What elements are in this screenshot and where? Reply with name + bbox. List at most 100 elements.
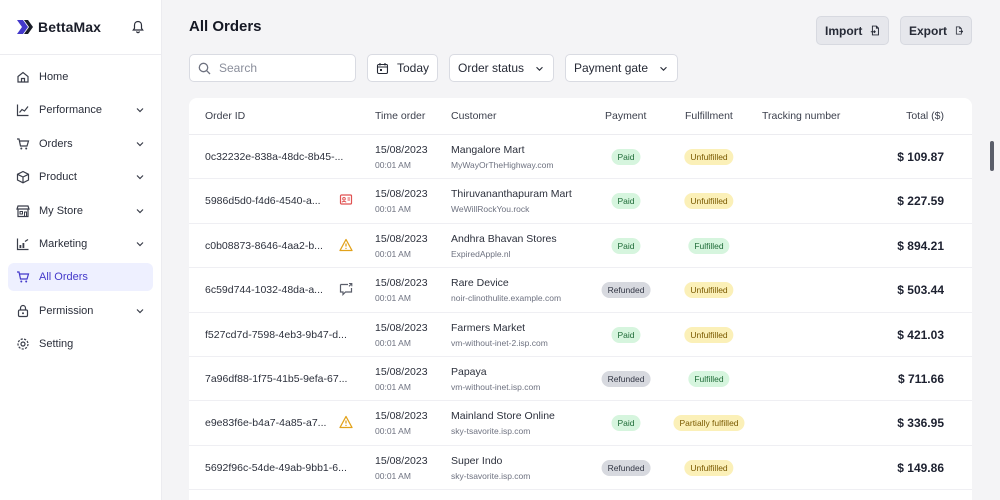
order-time: 00:01 AM <box>375 337 411 348</box>
search-input[interactable] <box>219 61 339 75</box>
table-row[interactable]: f527cd7d-7598-4eb3-9b47-d... 15/08/2023 00… <box>189 313 972 357</box>
order-id[interactable]: e9e83f6e-b4a7-4a85-a7... <box>205 417 355 429</box>
date-filter-button[interactable]: Today <box>367 54 438 82</box>
order-time: 00:01 AM <box>375 160 411 170</box>
payment-status-badge: Paid <box>611 193 641 210</box>
table-row[interactable]: c0b08873-8646-4aa2-b... 15/08/2023 00:01 A… <box>189 224 972 269</box>
table-row[interactable]: 6c59d744-1032-48da-a... 15/08/2023 00:01 A… <box>189 268 972 313</box>
logo-icon <box>17 20 33 34</box>
header-fulfillment[interactable]: Fulfillment <box>685 110 733 122</box>
fulfillment-status-badge: Fulfilled <box>688 237 730 254</box>
header-payment[interactable]: Payment <box>605 110 646 122</box>
fulfillment-status-badge: Unfulfilled <box>684 193 734 210</box>
customer-name[interactable]: Farmers Market <box>451 322 525 334</box>
export-button[interactable]: Export <box>900 16 972 45</box>
customer-name[interactable]: Super Indo <box>451 455 502 467</box>
order-id[interactable]: 6c59d744-1032-48da-a... <box>205 284 355 296</box>
order-total: $ 109.87 <box>897 150 944 164</box>
payment-status-badge: Refunded <box>601 459 651 476</box>
customer-name[interactable]: Mainland Store Online <box>451 410 555 422</box>
table-row[interactable]: 5692f96c-54de-49ab-9bb1-6... 15/08/2023 00… <box>189 446 972 491</box>
table-row[interactable]: 5986d5d0-f4d6-4540-a... 15/08/2023 00:01 A… <box>189 179 972 224</box>
sidebar-item-label: Home <box>39 71 69 83</box>
sidebar-item-label: All Orders <box>39 271 88 284</box>
order-id[interactable]: c0b08873-8646-4aa2-b... <box>205 240 355 252</box>
sidebar-item-performance[interactable]: Performance <box>8 96 153 124</box>
order-flag[interactable] <box>339 415 353 429</box>
payment-status-badge: Paid <box>611 326 641 343</box>
order-date: 15/08/2023 <box>375 232 428 245</box>
order-status-dropdown[interactable]: Order status <box>449 54 554 82</box>
table-row[interactable]: 7a96df88-1f75-41b5-9efa-67... 15/08/2023 0… <box>189 357 972 402</box>
order-status-label: Order status <box>458 61 525 75</box>
sidebar-item-setting[interactable]: Setting <box>8 330 153 358</box>
contact-icon <box>339 194 353 205</box>
order-id[interactable]: 5692f96c-54de-49ab-9bb1-6... <box>205 462 355 474</box>
customer-site: noir-clinothulite.example.com <box>451 293 562 304</box>
table-row[interactable]: 0c32232e-838a-48dc-8b45-... 15/08/2023 00:… <box>189 135 972 180</box>
sidebar-item-marketing[interactable]: Marketing <box>8 230 153 258</box>
order-time: 00:01 AM <box>375 204 411 215</box>
payment-status-badge: Refunded <box>601 370 651 387</box>
sidebar-item-home[interactable]: Home <box>8 63 153 91</box>
customer-site: vm-without-inet.isp.com <box>451 381 541 392</box>
cart-icon <box>17 271 30 283</box>
chevron-down-icon <box>136 175 144 180</box>
brand-bar: BettaMax <box>0 0 161 55</box>
order-id[interactable]: 5986d5d0-f4d6-4540-a... <box>205 195 355 207</box>
order-flag[interactable] <box>339 282 353 297</box>
sidebar-item-label: My Store <box>39 204 84 217</box>
sidebar-item-product[interactable]: Product <box>8 163 153 191</box>
sidebar-item-orders[interactable]: Orders <box>8 130 153 158</box>
table-body: 0c32232e-838a-48dc-8b45-... 15/08/2023 00:… <box>189 135 972 491</box>
order-time: 00:01 AM <box>375 293 411 304</box>
sidebar-item-my-store[interactable]: My Store <box>8 197 153 225</box>
bell-icon[interactable] <box>131 20 145 34</box>
order-date: 15/08/2023 <box>375 365 428 378</box>
payment-gate-dropdown[interactable]: Payment gate <box>565 54 678 82</box>
header-tracking-number[interactable]: Tracking number <box>762 110 840 122</box>
order-total: $ 227.59 <box>897 194 944 209</box>
header-order-id[interactable]: Order ID <box>205 110 245 122</box>
customer-name[interactable]: Papaya <box>451 366 487 378</box>
order-date: 15/08/2023 <box>375 144 428 156</box>
header-time-order[interactable]: Time order <box>375 110 425 122</box>
customer-name[interactable]: Andhra Bhavan Stores <box>451 233 557 245</box>
sidebar-item-permission[interactable]: Permission <box>8 297 153 325</box>
search-box[interactable] <box>189 54 356 82</box>
table-scrollbar[interactable] <box>990 141 994 171</box>
import-label: Import <box>825 23 863 38</box>
header-customer[interactable]: Customer <box>451 110 497 122</box>
page-title: All Orders <box>189 18 262 35</box>
header-total[interactable]: Total ($) <box>906 110 944 122</box>
order-flag[interactable] <box>339 193 353 207</box>
order-total: $ 336.95 <box>897 416 944 431</box>
order-date: 15/08/2023 <box>375 321 428 334</box>
sidebar-item-label: Permission <box>39 304 94 317</box>
sidebar-nav: Home Performance Orders Product My Store Mark… <box>0 55 161 358</box>
fulfillment-status-badge: Unfulfilled <box>684 149 734 165</box>
export-file-icon <box>955 26 963 35</box>
payment-gate-label: Payment gate <box>574 61 649 75</box>
order-id[interactable]: 0c32232e-838a-48dc-8b45-... <box>205 151 355 163</box>
customer-name[interactable]: Thiruvananthapuram Mart <box>451 188 572 200</box>
customer-name[interactable]: Rare Device <box>451 277 509 289</box>
date-filter-label: Today <box>396 61 429 75</box>
payment-status-badge: Paid <box>611 415 641 432</box>
box-icon <box>16 170 30 184</box>
customer-name[interactable]: Mangalore Mart <box>451 144 525 156</box>
cart-icon <box>17 138 30 150</box>
sidebar-item-label: Setting <box>39 338 74 351</box>
import-button[interactable]: Import <box>816 16 889 45</box>
order-id[interactable]: f527cd7d-7598-4eb3-9b47-d... <box>205 329 355 341</box>
order-time: 00:01 AM <box>375 248 411 259</box>
chart-icon <box>16 104 29 117</box>
order-id[interactable]: 7a96df88-1f75-41b5-9efa-67... <box>205 373 355 385</box>
gear-icon <box>17 338 29 350</box>
warning-icon <box>339 416 353 429</box>
table-row[interactable]: e9e83f6e-b4a7-4a85-a7... 15/08/2023 00:01 … <box>189 401 972 446</box>
chevron-down-icon <box>136 308 144 314</box>
chevron-down-icon <box>136 108 144 113</box>
order-flag[interactable] <box>339 238 353 252</box>
sidebar-item-all-orders[interactable]: All Orders <box>8 263 153 292</box>
